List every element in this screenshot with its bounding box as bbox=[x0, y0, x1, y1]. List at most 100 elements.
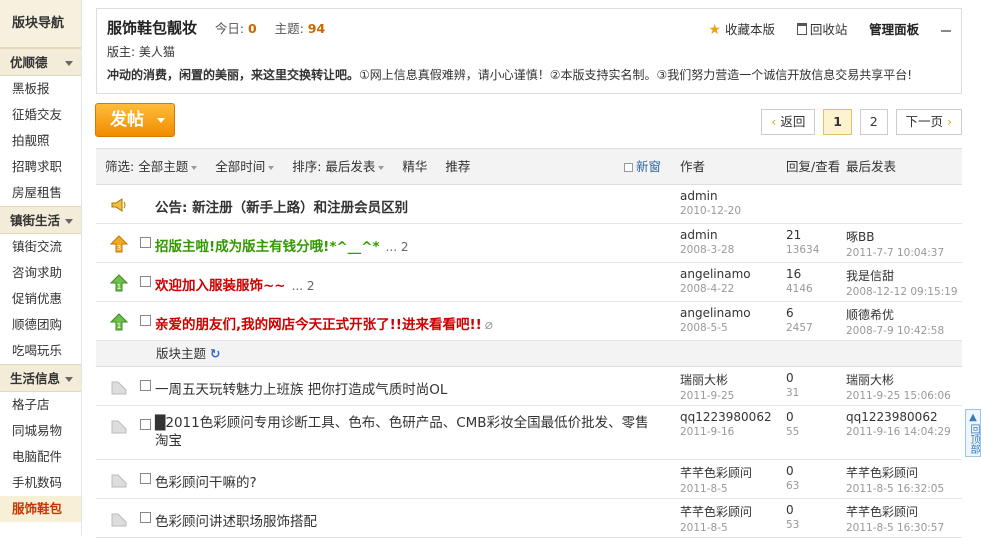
select-checkbox[interactable] bbox=[140, 315, 151, 326]
manage-panel-button[interactable]: 管理面板 bbox=[869, 19, 919, 38]
folder-icon bbox=[110, 471, 128, 489]
reply-view-count: 0 31 bbox=[786, 371, 800, 399]
filter-sort[interactable]: 排序: 最后发表 bbox=[292, 149, 385, 185]
thread-row[interactable]: 色彩顾问讲述职场服饰搭配 芊芊色彩顾问 2011-8-5 0 53 芊芊色彩顾问 20… bbox=[96, 499, 962, 538]
thread-subject[interactable]: 欢迎加入服装服饰~~... 2 bbox=[155, 274, 315, 294]
select-checkbox[interactable] bbox=[140, 473, 151, 484]
recycle-bin-button[interactable]: 回收站 bbox=[796, 19, 847, 38]
forum-header: 服饰鞋包靓妆 今日: 0 主题: 94 版主: 美人猫 冲动的消费，闲置的美丽，… bbox=[96, 8, 962, 94]
pin-local-icon: 1 bbox=[109, 274, 129, 292]
thread-author[interactable]: angelinamo 2008-4-22 bbox=[680, 267, 751, 295]
sidebar-group-life-info[interactable]: 生活信息 bbox=[0, 364, 81, 392]
sidebar-item[interactable]: 促销优惠 bbox=[0, 286, 81, 312]
select-checkbox[interactable] bbox=[140, 512, 151, 523]
new-post-button[interactable]: 发帖 bbox=[95, 103, 175, 137]
sidebar-item[interactable]: 镇街交流 bbox=[0, 234, 81, 260]
thread-subject[interactable]: 亲爱的朋友们,我的网店今天正式开张了!!进来看看吧!! ⌀ bbox=[155, 313, 493, 333]
favorite-button[interactable]: ★ 收藏本版 bbox=[708, 19, 775, 38]
sidebar-item[interactable]: 咨询求助 bbox=[0, 260, 81, 286]
thread-author[interactable]: admin 2008-3-28 bbox=[680, 228, 734, 256]
last-post[interactable]: 我是信甜 2008-12-12 09:15:19 bbox=[846, 267, 958, 298]
forum-rules: ①网上信息真假难辨，请小心谨慎！②本版支持实名制。③我们努力营造一个诚信开放信息… bbox=[359, 68, 913, 82]
chevron-right-icon: › bbox=[947, 114, 952, 129]
trash-icon bbox=[796, 23, 807, 35]
filter-all-time[interactable]: 全部时间 bbox=[215, 149, 275, 185]
refresh-icon[interactable]: ↻ bbox=[210, 346, 220, 361]
last-post[interactable]: 顺德希优 2008-7-9 10:42:58 bbox=[846, 306, 944, 337]
pagination: ‹ 返回 1 2 下一页 › bbox=[757, 109, 962, 135]
sidebar-group-youshunde[interactable]: 优顺德 bbox=[0, 48, 81, 76]
select-checkbox[interactable] bbox=[140, 419, 151, 430]
col-replies-views: 回复/查看 bbox=[786, 159, 841, 174]
filter-digest[interactable]: 精华 bbox=[402, 149, 427, 185]
megaphone-icon bbox=[110, 196, 128, 214]
new-window-toggle[interactable]: 新窗 bbox=[624, 149, 661, 185]
last-post[interactable]: 啄BB 2011-7-7 10:04:37 bbox=[846, 228, 944, 259]
thread-subject[interactable]: 色彩顾问干嘛的? bbox=[155, 471, 257, 491]
sidebar-group-town-life[interactable]: 镇街生活 bbox=[0, 206, 81, 234]
pin-local-icon: 1 bbox=[109, 313, 129, 331]
select-checkbox[interactable] bbox=[140, 276, 151, 287]
chevron-down-icon bbox=[65, 219, 73, 224]
announcement-row[interactable]: 公告: 新注册（新手上路）和注册会员区别 admin 2010-12-20 bbox=[96, 185, 962, 224]
sidebar-item[interactable]: 招聘求职 bbox=[0, 154, 81, 180]
chevron-down-icon bbox=[65, 377, 73, 382]
thread-author[interactable]: admin 2010-12-20 bbox=[680, 189, 741, 217]
thread-subject[interactable]: 公告: 新注册（新手上路）和注册会员区别 bbox=[155, 196, 408, 216]
select-checkbox[interactable] bbox=[140, 380, 151, 391]
back-to-top-button[interactable]: ▲ 回顶部 bbox=[965, 409, 981, 457]
today-count: 今日: 0 bbox=[214, 21, 257, 36]
thread-row[interactable]: 色彩顾问干嘛的? 芊芊色彩顾问 2011-8-5 0 63 芊芊色彩顾问 2011-8… bbox=[96, 460, 962, 499]
sidebar: 版块导航 优顺德 黑板报 征婚交友 拍靓照 招聘求职 房屋租售 镇街生活 镇街交… bbox=[0, 0, 82, 536]
forum-title: 服饰鞋包靓妆 bbox=[107, 19, 198, 37]
collapse-icon[interactable] bbox=[941, 29, 951, 32]
reply-view-count: 0 53 bbox=[786, 503, 800, 531]
folder-icon bbox=[110, 510, 128, 528]
sidebar-item[interactable]: 同城易物 bbox=[0, 418, 81, 444]
filter-recommend[interactable]: 推荐 bbox=[445, 149, 470, 185]
page-1[interactable]: 1 bbox=[823, 109, 852, 135]
sidebar-item[interactable]: 拍靓照 bbox=[0, 128, 81, 154]
sidebar-title: 版块导航 bbox=[0, 0, 81, 48]
thread-author[interactable]: 芊芊色彩顾问 2011-8-5 bbox=[680, 503, 752, 534]
sticky-thread-row[interactable]: 1 亲爱的朋友们,我的网店今天正式开张了!!进来看看吧!! ⌀ angelinam… bbox=[96, 302, 962, 341]
thread-author[interactable]: qq1223980062 2011-9-16 bbox=[680, 410, 772, 438]
thread-author[interactable]: 瑞丽大彬 2011-9-25 bbox=[680, 371, 734, 402]
page-2[interactable]: 2 bbox=[859, 109, 888, 135]
sidebar-item-active[interactable]: 服饰鞋包 bbox=[0, 496, 81, 522]
thread-row[interactable]: 一周五天玩转魅力上班族 把你打造成气质时尚OL 瑞丽大彬 2011-9-25 03… bbox=[96, 367, 962, 406]
thread-count: 主题: 94 bbox=[274, 21, 326, 36]
section-label: 版块主题 bbox=[156, 346, 207, 361]
thread-author[interactable]: angelinamo 2008-5-5 bbox=[680, 306, 751, 334]
thread-subject[interactable]: 一周五天玩转魅力上班族 把你打造成气质时尚OL bbox=[155, 378, 447, 398]
next-page-button[interactable]: 下一页 › bbox=[895, 109, 962, 135]
thread-subject[interactable]: █2011色彩顾问专用诊断工具、色布、色研产品、CMB彩妆全国最低价批发、零售淘… bbox=[155, 414, 649, 450]
sidebar-item[interactable]: 房屋租售 bbox=[0, 180, 81, 206]
last-post[interactable]: qq1223980062 2011-9-16 14:04:29 bbox=[846, 410, 951, 438]
last-post[interactable]: 芊芊色彩顾问 2011-8-5 16:32:05 bbox=[846, 464, 944, 495]
thread-author[interactable]: 芊芊色彩顾问 2011-8-5 bbox=[680, 464, 752, 495]
chevron-down-icon bbox=[191, 165, 198, 170]
sidebar-item[interactable]: 黑板报 bbox=[0, 76, 81, 102]
filter-all-threads[interactable]: 筛选: 全部主题 bbox=[105, 149, 198, 185]
sidebar-item[interactable]: 吃喝玩乐 bbox=[0, 338, 81, 364]
forum-description: 冲动的消费，闲置的美丽，来这里交换转让吧。①网上信息真假难辨，请小心谨慎！②本版… bbox=[107, 66, 951, 83]
sidebar-item[interactable]: 格子店 bbox=[0, 392, 81, 418]
last-post[interactable]: 瑞丽大彬 2011-9-25 15:06:06 bbox=[846, 371, 951, 402]
sidebar-item[interactable]: 手机数码 bbox=[0, 470, 81, 496]
select-checkbox[interactable] bbox=[140, 237, 151, 248]
sidebar-item[interactable]: 征婚交友 bbox=[0, 102, 81, 128]
moderators: 版主: 美人猫 bbox=[107, 45, 175, 59]
sidebar-item[interactable]: 电脑配件 bbox=[0, 444, 81, 470]
sticky-thread-row[interactable]: 1 欢迎加入服装服饰~~... 2 angelinamo 2008-4-22 16… bbox=[96, 263, 962, 302]
page-links[interactable]: ... 2 bbox=[386, 240, 409, 254]
page-links[interactable]: ... 2 bbox=[292, 279, 315, 293]
thread-row[interactable]: █2011色彩顾问专用诊断工具、色布、色研产品、CMB彩妆全国最低价批发、零售淘… bbox=[96, 406, 962, 460]
new-window-checkbox[interactable] bbox=[624, 163, 633, 172]
back-button[interactable]: ‹ 返回 bbox=[761, 109, 816, 135]
sticky-thread-row[interactable]: 3 招版主啦!成为版主有钱分哦!*^__^*... 2 admin 2008-3-… bbox=[96, 224, 962, 263]
sidebar-item[interactable]: 顺德团购 bbox=[0, 312, 81, 338]
last-post[interactable]: 芊芊色彩顾问 2011-8-5 16:30:57 bbox=[846, 503, 944, 534]
thread-subject[interactable]: 招版主啦!成为版主有钱分哦!*^__^*... 2 bbox=[155, 235, 408, 255]
thread-subject[interactable]: 色彩顾问讲述职场服饰搭配 bbox=[155, 510, 317, 530]
